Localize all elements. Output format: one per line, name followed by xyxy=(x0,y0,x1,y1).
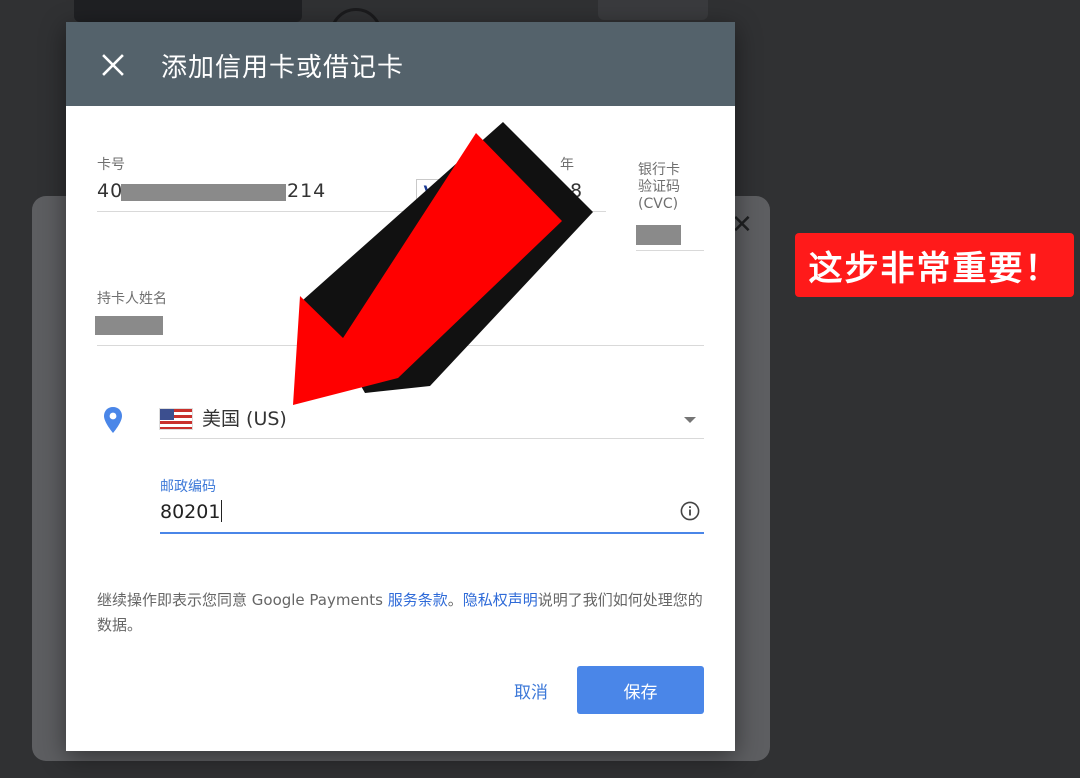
dropdown-arrow-icon xyxy=(684,417,696,423)
country-select[interactable]: 美国 (US) xyxy=(160,402,704,442)
year-value[interactable]: 8 xyxy=(570,180,583,202)
add-card-dialog: 添加信用卡或借记卡 卡号 40 214 V 年 8 银行卡 验证码 (CVC) … xyxy=(66,22,735,751)
card-number-prefix: 40 xyxy=(97,180,124,202)
cvc-underline xyxy=(636,250,704,251)
text-caret xyxy=(221,500,223,522)
postal-code-underline xyxy=(160,532,704,534)
cardholder-underline xyxy=(97,345,704,346)
card-number-redaction xyxy=(121,184,286,201)
location-pin-icon xyxy=(104,407,122,433)
cancel-button[interactable]: 取消 xyxy=(501,668,561,712)
dialog-title: 添加信用卡或借记卡 xyxy=(161,53,405,83)
year-label: 年 xyxy=(560,157,574,173)
country-value: 美国 (US) xyxy=(202,408,287,430)
terms-of-service-link[interactable]: 服务条款 xyxy=(388,591,448,609)
background-tab xyxy=(598,0,708,20)
us-flag-icon xyxy=(160,409,192,429)
dialog-header: 添加信用卡或借记卡 xyxy=(66,22,735,106)
cvc-label: 银行卡 验证码 (CVC) xyxy=(638,162,680,212)
save-button[interactable]: 保存 xyxy=(577,666,704,714)
postal-code-label: 邮政编码 xyxy=(160,479,216,495)
card-number-label: 卡号 xyxy=(97,157,125,173)
warning-label: 这步非常重要！ xyxy=(795,233,1074,297)
card-number-underline xyxy=(97,211,442,212)
background-thumbnail xyxy=(74,0,302,22)
cardholder-label: 持卡人姓名 xyxy=(97,291,167,307)
country-underline xyxy=(160,438,704,439)
card-brand-icon: V xyxy=(416,179,442,205)
privacy-policy-link[interactable]: 隐私权声明 xyxy=(463,591,538,609)
cardholder-redaction[interactable] xyxy=(95,316,163,335)
close-icon xyxy=(102,54,124,76)
postal-code-input[interactable]: 80201 xyxy=(160,500,223,523)
terms-text: 继续操作即表示您同意 Google Payments 服务条款。隐私权声明说明了… xyxy=(97,591,703,634)
info-icon[interactable] xyxy=(680,501,700,521)
close-button[interactable] xyxy=(96,48,130,82)
card-number-suffix: 214 xyxy=(287,180,327,202)
year-underline xyxy=(536,211,606,212)
cvc-redaction[interactable] xyxy=(636,225,681,245)
